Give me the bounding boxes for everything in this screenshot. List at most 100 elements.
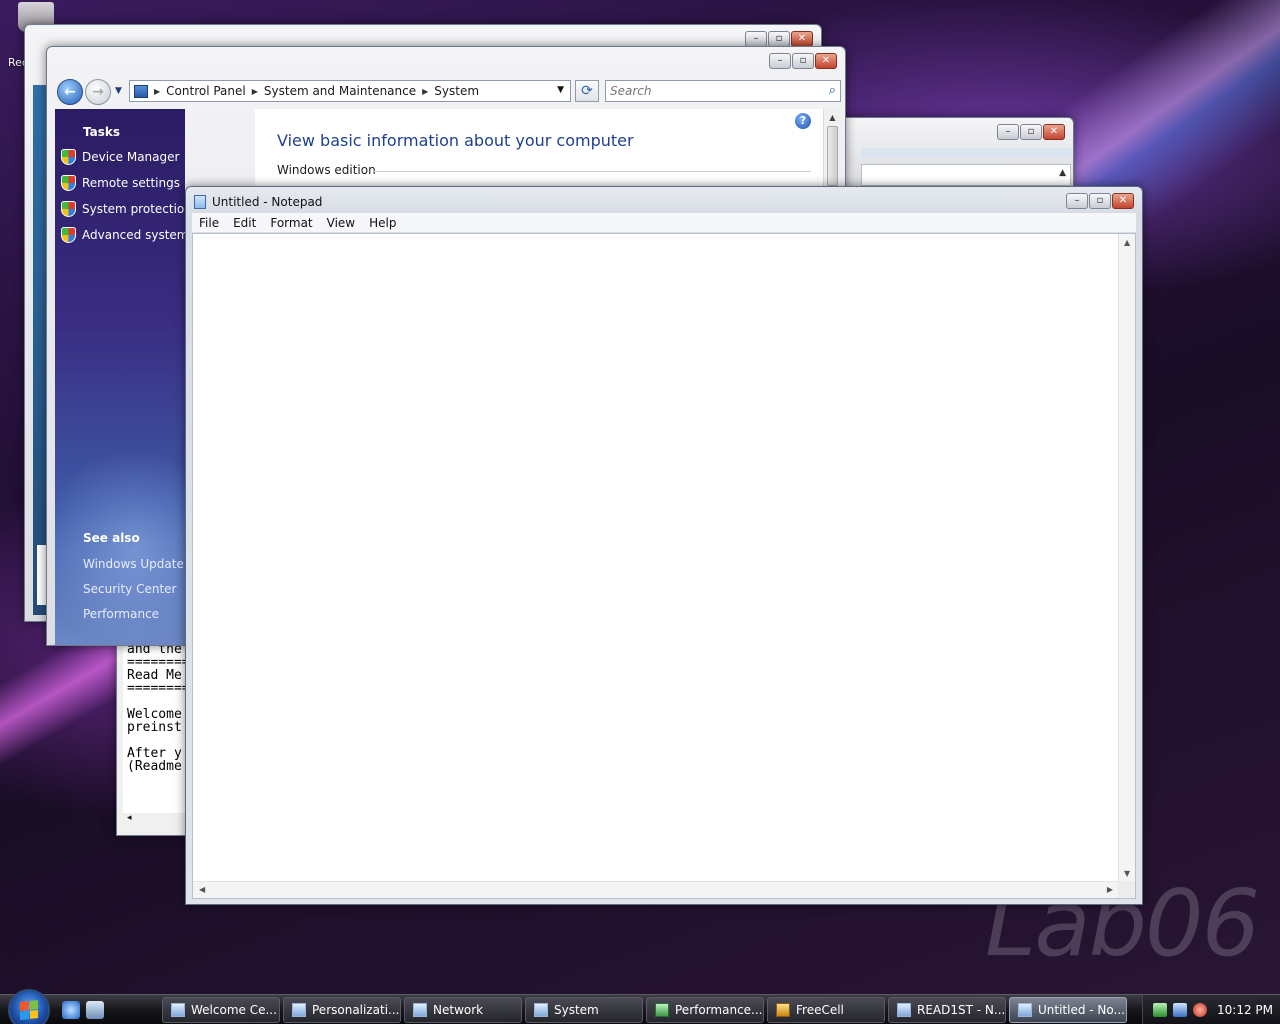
refresh-button[interactable]: ⟳ (575, 80, 599, 102)
task-advanced-system-settings[interactable]: Advanced system s (61, 227, 185, 243)
taskbar-button-freecell[interactable]: FreeCell (767, 997, 885, 1023)
scroll-right-icon[interactable]: ▶ (1107, 885, 1113, 894)
window-title: Untitled - Notepad (212, 195, 323, 209)
vertical-scrollbar[interactable]: ▲ ▼ (1118, 234, 1135, 882)
resize-grip[interactable] (1118, 881, 1135, 898)
network-status-icon[interactable] (1173, 1003, 1187, 1017)
chevron-right-icon[interactable]: ▶ (422, 87, 428, 96)
maximize-button[interactable]: ▫ (1089, 193, 1111, 209)
safely-remove-icon[interactable] (1153, 1003, 1167, 1017)
maximize-button[interactable]: ▫ (1020, 124, 1042, 140)
close-button[interactable]: ✕ (791, 31, 813, 47)
switch-windows-icon[interactable] (86, 1001, 104, 1019)
scroll-up-icon[interactable]: ▲ (1059, 168, 1066, 178)
breadcrumb-system[interactable]: System (434, 84, 479, 98)
close-button[interactable]: ✕ (815, 53, 837, 69)
task-remote-settings[interactable]: Remote settings (61, 175, 180, 191)
notepad-icon (194, 195, 206, 209)
start-button[interactable] (8, 989, 50, 1024)
taskbar-label: READ1ST - N... (917, 1003, 1006, 1017)
search-icon[interactable]: ⌕ (829, 83, 836, 98)
taskbar-label: FreeCell (796, 1003, 844, 1017)
uac-shield-icon (61, 227, 76, 243)
breadcrumb-control-panel[interactable]: Control Panel (166, 84, 246, 98)
minimize-button[interactable]: – (745, 31, 767, 47)
recent-pages-dropdown[interactable]: ▼ (115, 86, 122, 96)
taskbar-button-personalization[interactable]: Personalizati... (283, 997, 401, 1023)
maximize-button[interactable]: ▫ (768, 31, 790, 47)
scroll-up-icon[interactable]: ▲ (1124, 238, 1130, 247)
menu-view[interactable]: View (320, 216, 362, 230)
taskbar-button-welcome-center[interactable]: Welcome Ce... (162, 997, 280, 1023)
search-input[interactable] (610, 82, 810, 100)
scroll-thumb[interactable] (827, 126, 838, 186)
uac-shield-icon (61, 149, 76, 165)
readme-notepad-window[interactable]: and the ======== Read Me ======== Welcome pr… (116, 640, 196, 836)
link-windows-update[interactable]: Windows Update (83, 557, 184, 571)
section-divider (373, 171, 811, 172)
close-button[interactable]: ✕ (1043, 124, 1065, 140)
readme-text[interactable]: and the ======== Read Me ======== Welcome pr… (123, 641, 193, 823)
task-system-protection[interactable]: System protection (61, 201, 185, 217)
taskbar-button-performance[interactable]: Performance... (646, 997, 764, 1023)
scroll-up-icon[interactable]: ▲ (824, 113, 841, 122)
search-box[interactable]: ⌕ (605, 80, 841, 102)
scroll-down-icon[interactable]: ▼ (1124, 869, 1130, 878)
notepad-window[interactable]: Untitled - Notepad – ▫ ✕ File Edit Forma… (185, 186, 1143, 905)
horizontal-scrollbar[interactable]: ◀ ▶ (193, 881, 1119, 898)
close-button[interactable]: ✕ (1112, 193, 1134, 209)
welcome-center-icon (171, 1003, 185, 1017)
help-icon[interactable]: ? (795, 113, 811, 129)
title-bar[interactable]: Untitled - Notepad (194, 195, 322, 209)
task-device-manager[interactable]: Device Manager (61, 149, 179, 165)
chevron-right-icon[interactable]: ▶ (252, 87, 258, 96)
menu-bar: File Edit Format View Help (192, 213, 1136, 233)
task-label: Advanced system s (82, 228, 185, 242)
dropdown-field[interactable]: ▲ (861, 164, 1071, 186)
notepad-text-input[interactable] (193, 234, 1119, 882)
window-band (861, 148, 1071, 158)
address-dropdown-icon[interactable]: ▼ (557, 85, 564, 95)
minimize-button[interactable]: – (997, 124, 1019, 140)
taskbar-label: System (554, 1003, 599, 1017)
menu-format[interactable]: Format (263, 216, 319, 230)
horizontal-scrollbar[interactable]: ◂ (123, 813, 193, 827)
personalization-icon (292, 1003, 306, 1017)
text-editor-area: ▲ ▼ ◀ ▶ (192, 233, 1136, 899)
task-label: Device Manager (82, 150, 180, 164)
taskbar-button-untitled-notepad[interactable]: Untitled - No... (1009, 997, 1127, 1023)
control-panel-icon (134, 84, 148, 98)
internet-explorer-icon[interactable] (62, 1001, 80, 1019)
menu-file[interactable]: File (192, 216, 226, 230)
minimize-button[interactable]: – (769, 53, 791, 69)
menu-help[interactable]: Help (362, 216, 403, 230)
taskbar-button-system[interactable]: System (525, 997, 643, 1023)
taskbar-button-network[interactable]: Network (404, 997, 522, 1023)
breadcrumb[interactable]: ▶ Control Panel ▶ System and Maintenance… (129, 80, 571, 102)
forward-button[interactable]: → (85, 79, 111, 105)
taskbar-label: Untitled - No... (1038, 1003, 1125, 1017)
refresh-icon: ⟳ (581, 83, 593, 99)
back-button[interactable]: ← (57, 79, 83, 105)
maximize-button[interactable]: ▫ (792, 53, 814, 69)
window-controls: – ▫ ✕ (1066, 193, 1134, 209)
minimize-button[interactable]: – (1066, 193, 1088, 209)
system-icon (534, 1003, 548, 1017)
link-performance[interactable]: Performance (83, 607, 159, 621)
link-security-center[interactable]: Security Center (83, 582, 176, 596)
breadcrumb-system-and-maintenance[interactable]: System and Maintenance (264, 84, 416, 98)
notification-area: 10:12 PM (1142, 995, 1280, 1024)
notepad-icon (897, 1003, 911, 1017)
page-title: View basic information about your comput… (277, 131, 634, 150)
clock[interactable]: 10:12 PM (1217, 1003, 1273, 1017)
volume-muted-icon[interactable] (1193, 1003, 1207, 1017)
tasks-pane: Tasks Device Manager Remote settings Sys… (55, 109, 185, 645)
scroll-left-icon[interactable]: ◀ (199, 885, 205, 894)
background-window-right[interactable]: – ▫ ✕ ▲ (820, 117, 1074, 187)
taskbar-button-read1st[interactable]: READ1ST - N... (888, 997, 1006, 1023)
taskbar-label: Network (433, 1003, 484, 1017)
menu-edit[interactable]: Edit (226, 216, 263, 230)
windows-logo-icon (20, 1000, 38, 1020)
network-icon (413, 1003, 427, 1017)
chevron-right-icon[interactable]: ▶ (154, 87, 160, 96)
